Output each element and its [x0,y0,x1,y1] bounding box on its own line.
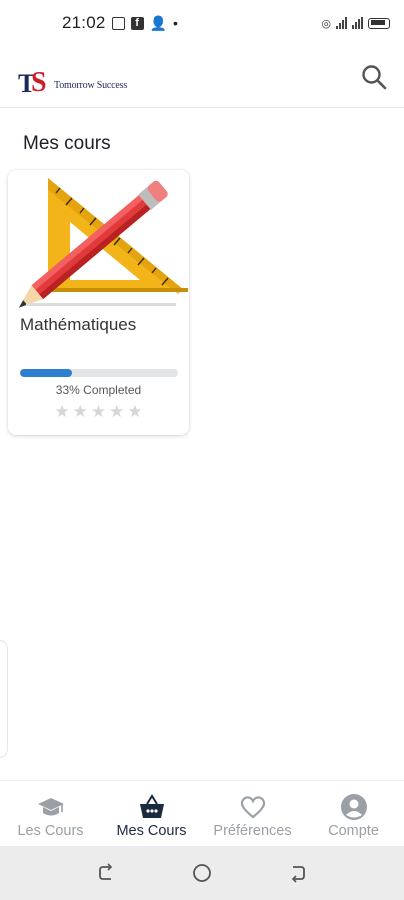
facebook-notification-icon: f [130,16,144,30]
nav-label: Les Cours [17,823,84,839]
course-progress-label: 33% Completed [55,383,142,397]
back-icon [291,866,305,883]
course-progress-fill [20,369,73,377]
notification-gallery-icon [111,16,125,30]
edge-drawer-handle[interactable] [0,640,8,758]
course-rating: ★ ★ ★ ★ ★ [8,403,189,420]
home-icon [193,864,211,882]
status-bar: 21:02 f 👤 • ◎ [0,0,404,46]
status-bar-left: 21:02 f 👤 • [62,13,178,33]
home-button[interactable] [182,853,222,893]
star-icon: ★ [109,402,125,421]
app-bar: T S Tomorrow Success [0,46,404,108]
nav-label: Mes Cours [116,823,187,839]
signal-2-icon [352,17,363,29]
back-button[interactable] [277,853,317,893]
signal-icon [336,17,347,29]
app-logo[interactable]: T S Tomorrow Success [18,57,128,98]
star-icon: ★ [90,402,107,421]
nav-item-preferences[interactable]: Préférences [202,781,303,846]
system-nav-bar [0,846,404,900]
hotspot-icon: ◎ [321,17,331,30]
nav-item-compte[interactable]: Compte [303,781,404,846]
more-notifications-icon: • [172,15,178,31]
logo-text: Tomorrow Success [54,79,128,91]
recent-apps-button[interactable] [87,853,127,893]
status-time: 21:02 [62,13,106,32]
star-icon: ★ [54,402,70,421]
status-bar-right: ◎ [321,17,390,30]
search-icon [362,64,387,89]
nav-label: Compte [328,823,379,839]
search-button[interactable] [356,59,392,95]
nav-label: Préférences [213,823,292,839]
star-icon: ★ [72,402,88,421]
screen: 21:02 f 👤 • ◎ T S Tomorrow Success Mes c… [0,0,404,900]
person-notification-icon: 👤 [149,14,167,31]
logo-mark: T S [18,66,47,98]
battery-icon [368,17,390,29]
basket-icon [138,793,166,821]
graduation-cap-icon [37,793,65,821]
recent-apps-icon [99,863,113,880]
bottom-nav: Les Cours Mes Cours Préférences Compte [0,780,404,846]
course-card[interactable]: Mathématiques 33% Completed ★ ★ ★ ★ ★ [8,170,189,435]
heart-icon [239,793,267,821]
nav-item-mes-cours[interactable]: Mes Cours [101,781,202,846]
course-title: Mathématiques [20,315,137,334]
star-icon: ★ [127,402,143,421]
course-progress-bar [20,369,178,377]
nav-item-les-cours[interactable]: Les Cours [0,781,101,846]
section-title: Mes cours [23,133,111,154]
account-icon [340,793,368,821]
course-thumbnail [8,170,189,308]
